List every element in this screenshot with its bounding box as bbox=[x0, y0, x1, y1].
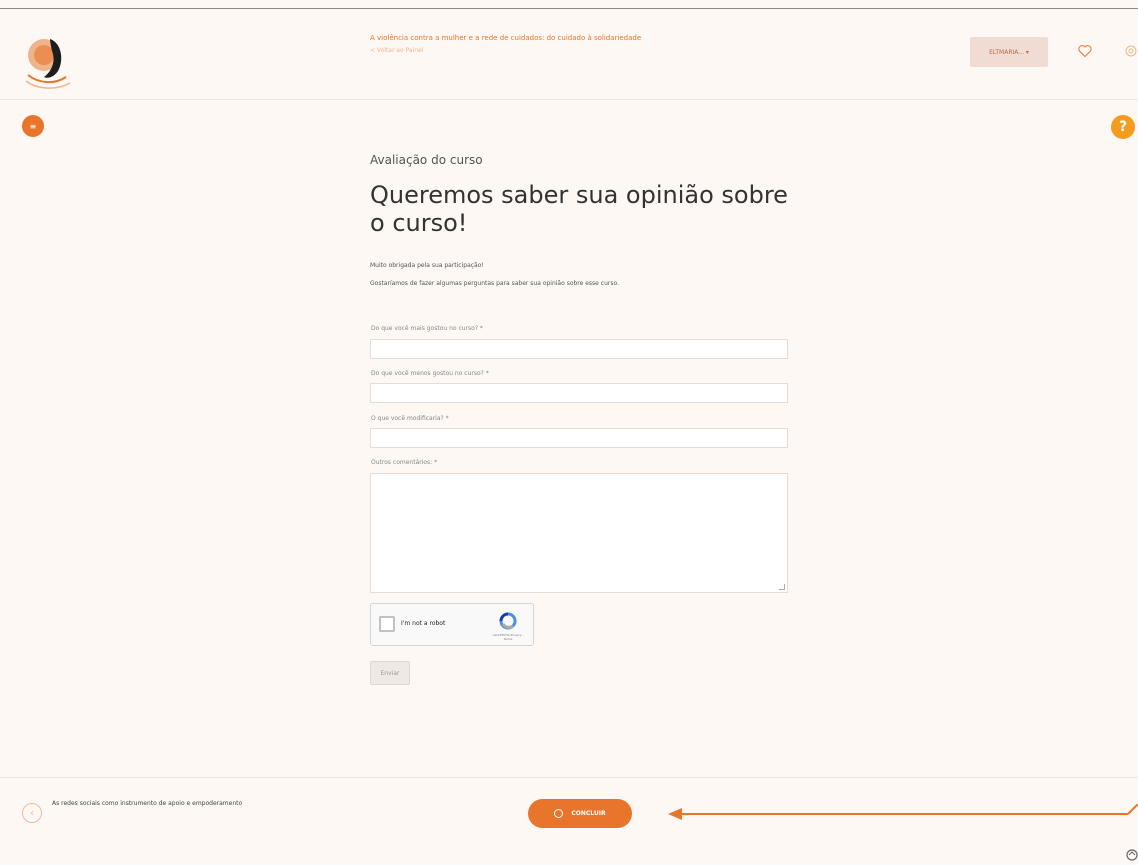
q3-label: O que você modificaria? * bbox=[371, 415, 449, 422]
accessibility-icon[interactable] bbox=[1126, 849, 1138, 861]
menu-icon: ≡ bbox=[29, 121, 37, 131]
q1-label: Do que você mais gostou no curso? * bbox=[371, 325, 483, 332]
q3-input[interactable] bbox=[370, 428, 788, 448]
submit-button[interactable]: Enviar bbox=[370, 661, 410, 685]
previous-lesson-button[interactable]: ‹ bbox=[22, 803, 42, 823]
resize-grip-icon[interactable] bbox=[779, 584, 785, 590]
q4-label: Outros comentários: * bbox=[371, 459, 438, 466]
user-menu-button[interactable]: ELTMARIA... ▾ bbox=[970, 37, 1048, 67]
intro-description: Gostaríamos de fazer algumas perguntas p… bbox=[370, 280, 619, 287]
course-title[interactable]: A violência contra a mulher e a rede de … bbox=[370, 34, 641, 42]
footer-divider bbox=[0, 777, 1138, 778]
page-title: Queremos saber sua opinião sobre o curso… bbox=[370, 181, 788, 237]
recaptcha-label: I'm not a robot bbox=[401, 620, 446, 627]
recaptcha-checkbox[interactable] bbox=[379, 616, 395, 632]
recaptcha-logo-icon bbox=[499, 612, 517, 630]
q2-label: Do que você menos gostou no curso? * bbox=[371, 370, 489, 377]
circle-icon bbox=[554, 809, 564, 818]
q2-input[interactable] bbox=[370, 383, 788, 403]
back-to-dashboard-link[interactable]: < Voltar ao Painel bbox=[370, 47, 423, 54]
previous-lesson-title[interactable]: As redes sociais como instrumento de apo… bbox=[52, 800, 242, 807]
heart-icon[interactable] bbox=[1077, 43, 1093, 59]
finish-label: CONCLUIR bbox=[571, 810, 606, 817]
q1-input[interactable] bbox=[370, 339, 788, 359]
help-button[interactable]: ? bbox=[1111, 115, 1135, 139]
user-menu-label: ELTMARIA... ▾ bbox=[989, 48, 1029, 56]
q4-textarea[interactable] bbox=[370, 473, 788, 593]
header: A violência contra a mulher e a rede de … bbox=[0, 9, 1138, 100]
recaptcha-brand: reCAPTCHA Privacy - Terms bbox=[492, 633, 524, 641]
chevron-left-icon: ‹ bbox=[30, 807, 34, 819]
arrow-left-icon bbox=[668, 804, 1138, 820]
recaptcha-widget: I'm not a robot reCAPTCHA Privacy - Term… bbox=[370, 603, 534, 646]
question-icon: ? bbox=[1118, 119, 1128, 135]
intro-thanks: Muito obrigada pela sua participação! bbox=[370, 262, 484, 269]
finish-button[interactable]: CONCLUIR bbox=[528, 799, 632, 828]
section-eyebrow: Avaliação do curso bbox=[370, 153, 483, 167]
logo bbox=[25, 39, 71, 89]
gear-icon[interactable] bbox=[1124, 44, 1138, 58]
menu-button[interactable]: ≡ bbox=[22, 115, 44, 137]
